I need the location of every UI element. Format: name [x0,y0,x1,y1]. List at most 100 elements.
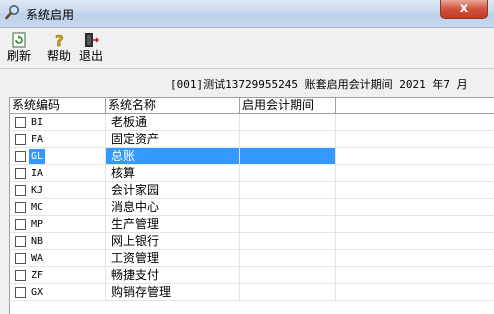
help-label: 帮助 [46,49,71,63]
system-code: ZF [31,270,44,281]
enable-period [240,199,336,216]
refresh-label: 刷新 [6,49,31,63]
enable-period [240,233,336,250]
system-name: 消息中心 [106,199,240,216]
blank-cell [336,131,494,148]
blank-cell [336,114,494,131]
help-button[interactable]: ? 帮助 [46,30,72,66]
code-cell: GL [10,148,106,165]
blank-cell [336,233,494,250]
magnifier-icon [5,4,21,20]
header-code[interactable]: 系统编码 [10,98,106,113]
system-name: 总账 [106,148,240,165]
header-period[interactable]: 启用会计期间 [240,98,336,113]
blank-cell [336,199,494,216]
code-cell: MC [10,199,106,216]
code-cell: BI [10,114,106,131]
table-row[interactable]: IA 核算 [10,165,494,182]
exit-label: 退出 [78,49,103,63]
code-cell: IA [10,165,106,182]
systems-table: 系统编码 系统名称 启用会计期间 BI 老板通 FA 固定资产 GL 总账 IA 核算 KJ 会计… [9,97,494,314]
blank-cell [336,250,494,267]
enable-period [240,250,336,267]
enable-checkbox[interactable] [15,134,26,145]
table-row[interactable]: BI 老板通 [10,114,494,131]
enable-period [240,267,336,284]
table-row[interactable]: KJ 会计家园 [10,182,494,199]
refresh-button[interactable]: 刷新 [6,30,32,66]
enable-period [240,165,336,182]
close-button[interactable]: x [440,0,488,19]
blank-cell [336,182,494,199]
blank-cell [336,165,494,182]
system-name: 网上银行 [106,233,240,250]
enable-period [240,114,336,131]
table-row[interactable]: MP 生产管理 [10,216,494,233]
table-row[interactable]: WA 工资管理 [10,250,494,267]
enable-checkbox[interactable] [15,151,26,162]
system-code: NB [31,236,44,247]
blank-cell [336,148,494,165]
system-code: GL [29,149,46,164]
enable-period [240,131,336,148]
header-name[interactable]: 系统名称 [106,98,240,113]
table-row[interactable]: MC 消息中心 [10,199,494,216]
system-code: MP [31,219,44,230]
code-cell: KJ [10,182,106,199]
code-cell: ZF [10,267,106,284]
enable-checkbox[interactable] [15,168,26,179]
close-icon: x [459,1,469,16]
toolbar: 刷新 ? 帮助 退出 [0,28,494,69]
enable-checkbox[interactable] [15,287,26,298]
exit-door-icon [82,32,100,48]
table-header: 系统编码 系统名称 启用会计期间 [10,98,494,114]
code-cell: FA [10,131,106,148]
enable-checkbox[interactable] [15,253,26,264]
table-row[interactable]: ZF 畅捷支付 [10,267,494,284]
exit-button[interactable]: 退出 [78,30,104,66]
system-code: GX [31,287,44,298]
header-blank [336,98,494,113]
system-code: WA [31,253,44,264]
system-name: 工资管理 [106,250,240,267]
account-period-info: [001]测试13729955245 账套启用会计期间 2021 年7 月 [170,78,468,91]
system-name: 核算 [106,165,240,182]
enable-checkbox[interactable] [15,185,26,196]
code-cell: NB [10,233,106,250]
enable-period [240,216,336,233]
refresh-icon [10,32,28,48]
system-name: 老板通 [106,114,240,131]
table-row[interactable]: NB 网上银行 [10,233,494,250]
window-title: 系统启用 [26,8,75,22]
system-code: KJ [31,185,44,196]
table-row[interactable]: GX 购销存管理 [10,284,494,301]
svg-text:?: ? [55,32,64,48]
enable-checkbox[interactable] [15,117,26,128]
enable-checkbox[interactable] [15,202,26,213]
enable-period [240,148,336,165]
enable-period [240,182,336,199]
blank-cell [336,216,494,233]
system-name: 生产管理 [106,216,240,233]
help-icon: ? [50,32,68,51]
enable-checkbox[interactable] [15,236,26,247]
system-enable-window: 系统启用 x 刷新 ? 帮助 退出 [001]测试13729955245 账套启… [0,0,494,314]
code-cell: GX [10,284,106,301]
code-cell: WA [10,250,106,267]
system-code: IA [31,168,44,179]
blank-cell [336,267,494,284]
system-name: 固定资产 [106,131,240,148]
enable-checkbox[interactable] [15,270,26,281]
code-cell: MP [10,216,106,233]
system-code: FA [31,134,44,145]
system-code: BI [31,117,44,128]
system-code: MC [31,202,44,213]
system-name: 畅捷支付 [106,267,240,284]
system-name: 会计家园 [106,182,240,199]
table-row[interactable]: GL 总账 [10,148,494,165]
enable-period [240,284,336,301]
enable-checkbox[interactable] [15,219,26,230]
system-name: 购销存管理 [106,284,240,301]
title-bar[interactable]: 系统启用 x [0,0,494,28]
table-row[interactable]: FA 固定资产 [10,131,494,148]
